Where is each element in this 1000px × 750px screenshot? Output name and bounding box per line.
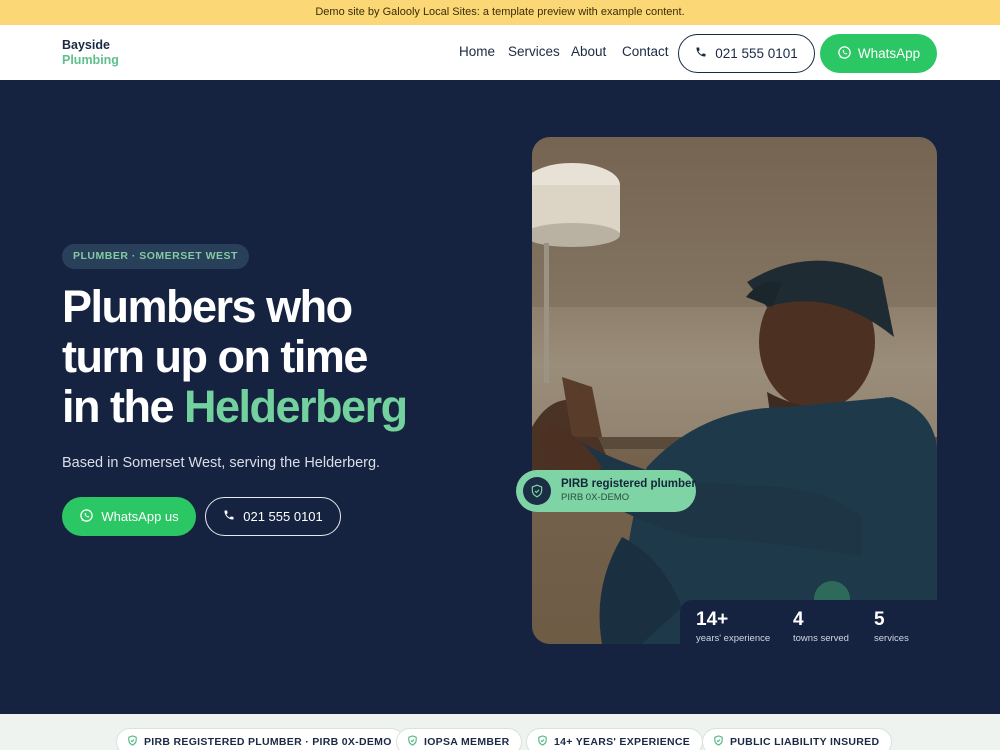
stat-label: towns served <box>793 633 849 644</box>
demo-banner-text: Demo site by Galooly Local Sites: a temp… <box>315 6 685 18</box>
credential-title: PIRB registered plumber <box>561 478 696 490</box>
trust-pill-label: PIRB REGISTERED PLUMBER · PIRB 0X-DEMO <box>144 736 392 748</box>
stat-value: 14+ <box>696 609 729 630</box>
logo-line1: Bayside <box>62 38 110 52</box>
whatsapp-icon <box>837 45 852 63</box>
shield-check-icon <box>713 735 724 749</box>
trust-strip: PIRB REGISTERED PLUMBER · PIRB 0X-DEMO I… <box>0 714 1000 750</box>
stat-label: services <box>874 633 909 644</box>
trust-pill-label: PUBLIC LIABILITY INSURED <box>730 736 880 748</box>
stats-panel: 14+ years' experience 4 towns served 5 s… <box>680 600 937 644</box>
shield-check-icon <box>523 477 551 505</box>
trust-pill-label: 14+ YEARS' EXPERIENCE <box>554 736 691 748</box>
shield-check-icon <box>537 735 548 749</box>
phone-icon <box>695 46 707 61</box>
demo-banner: Demo site by Galooly Local Sites: a temp… <box>0 0 1000 25</box>
whatsapp-icon <box>79 508 94 526</box>
header-call-button[interactable]: 021 555 0101 <box>678 34 815 73</box>
stat-label: years' experience <box>696 633 771 644</box>
trust-pill-label: IOPSA MEMBER <box>424 736 510 748</box>
header-whatsapp-button[interactable]: WhatsApp <box>820 34 937 73</box>
hero-badge: PLUMBER · SOMERSET WEST <box>62 244 249 269</box>
trust-pill: IOPSA MEMBER <box>396 728 523 750</box>
hero-headline: Plumbers who turn up on time in the Held… <box>62 282 512 432</box>
hero-call-button[interactable]: 021 555 0101 <box>205 497 341 536</box>
header-whatsapp-label: WhatsApp <box>857 46 921 61</box>
stat-value: 5 <box>874 609 885 630</box>
trust-pill: PUBLIC LIABILITY INSURED <box>702 728 893 750</box>
trust-pill: PIRB REGISTERED PLUMBER · PIRB 0X-DEMO <box>116 728 405 750</box>
credential-card: PIRB registered plumber PIRB 0X-DEMO <box>516 470 696 512</box>
headline-accent: Helderberg <box>184 381 408 432</box>
shield-check-icon <box>407 735 418 749</box>
shield-check-icon <box>127 735 138 749</box>
stat-value: 4 <box>793 609 804 630</box>
nav-home[interactable]: Home <box>459 44 495 59</box>
logo[interactable]: Bayside Plumbing <box>62 38 119 68</box>
site-header: Bayside Plumbing Home Services About Con… <box>0 25 1000 80</box>
hero-subtitle: Based in Somerset West, serving the Held… <box>62 455 381 471</box>
nav-about[interactable]: About <box>571 44 606 59</box>
stat-services: 5 services <box>874 609 909 644</box>
nav-services[interactable]: Services <box>508 44 560 59</box>
headline-line2: turn up on time <box>62 331 368 382</box>
hero-call-label: 021 555 0101 <box>243 509 323 524</box>
hero-whatsapp-label: WhatsApp us <box>101 509 179 524</box>
nav-contact[interactable]: Contact <box>622 44 669 59</box>
hero-photo-plumber <box>532 137 937 644</box>
phone-icon <box>223 509 235 524</box>
trust-pill: 14+ YEARS' EXPERIENCE <box>526 728 704 750</box>
stat-years: 14+ years' experience <box>696 609 770 644</box>
stat-towns: 4 towns served <box>793 609 849 644</box>
credential-number: PIRB 0X-DEMO <box>561 492 630 503</box>
header-call-label: 021 555 0101 <box>715 46 798 61</box>
hero-whatsapp-button[interactable]: WhatsApp us <box>62 497 196 536</box>
headline-line3: in the <box>62 381 184 432</box>
headline-line1: Plumbers who <box>62 281 353 332</box>
logo-line2: Plumbing <box>62 53 119 67</box>
